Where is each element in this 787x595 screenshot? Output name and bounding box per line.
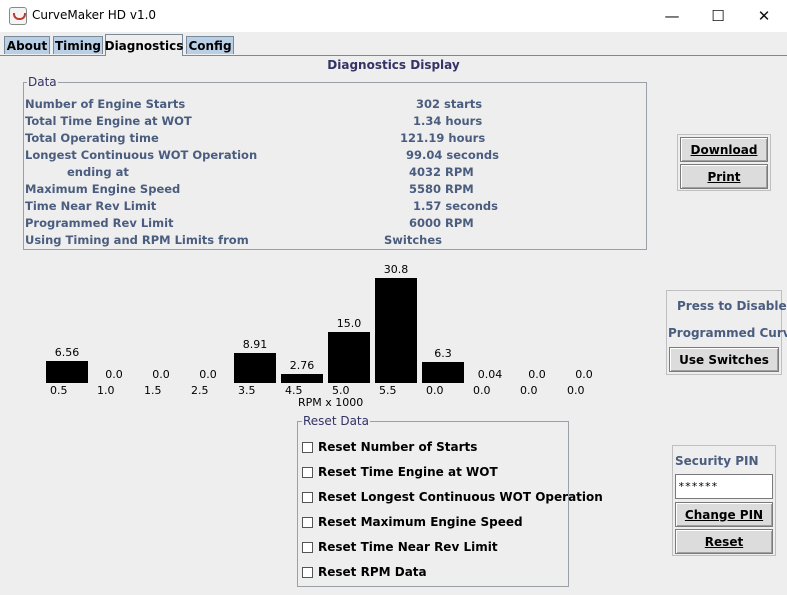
reset-option-row[interactable]: Reset RPM Data [302,565,427,579]
reset-option-row[interactable]: Reset Longest Continuous WOT Operation [302,490,603,504]
chart-x-tick-label: 1.0 [97,384,115,397]
reset-checkbox[interactable] [302,516,313,528]
data-row-value: 302 starts [416,97,483,111]
change-pin-button[interactable]: Change PIN [675,502,773,527]
change-pin-label: Change PIN [684,507,764,522]
reset-checkbox-label: Reset Time Engine at WOT [318,465,498,479]
security-pin-label: Security PIN [675,454,759,468]
chart-bar [422,362,464,383]
reset-checkbox[interactable] [302,441,313,453]
chart-bar [234,353,276,383]
data-row-label: Time Near Rev Limit [25,199,157,213]
reset-button[interactable]: Reset [675,529,773,554]
chart-x-tick-label: 0.0 [426,384,444,397]
print-button[interactable]: Print [680,164,768,189]
security-pin-input[interactable] [675,474,773,499]
disable-text-line1: Press to Disable [677,299,787,313]
download-button-label: Download [690,142,758,157]
chart-bar-value-label: 8.91 [242,338,268,351]
chart-bar-value-label: 0.0 [105,368,123,381]
chart-x-tick-label: 3.5 [238,384,256,397]
panel-title: Diagnostics Display [327,58,460,72]
chart-x-tick-label: 0.0 [567,384,585,397]
reset-checkbox[interactable] [302,491,313,503]
window-title: CurveMaker HD v1.0 [32,8,157,22]
data-row-value: 6000 RPM [409,216,474,230]
tab-about[interactable]: About [4,36,50,54]
data-row-label: ending at [67,165,129,179]
data-row-value: 1.57 seconds [413,199,499,213]
print-button-label: Print [707,169,741,184]
data-row-label: Using Timing and RPM Limits from [25,233,249,247]
data-row-label: Number of Engine Starts [25,97,186,111]
reset-data-legend: Reset Data [302,414,370,428]
chart-bar-value-label: 6.3 [434,347,452,360]
reset-checkbox-label: Reset RPM Data [318,565,427,579]
chart-bar [328,332,370,383]
chart-bar-value-label: 6.56 [54,346,80,359]
disable-text-line2: Programmed Curve [668,326,787,340]
reset-option-row[interactable]: Reset Number of Starts [302,440,477,454]
chart-bar-value-label: 0.0 [199,368,217,381]
chart-x-tick-label: 5.5 [379,384,397,397]
chart-bar-value-label: 0.04 [477,368,503,381]
chart-bar [375,278,417,383]
data-row-label: Total Time Engine at WOT [25,114,192,128]
app-icon [9,7,27,25]
chart-bar-value-label: 0.0 [152,368,170,381]
data-row-value: 99.04 seconds [406,148,500,162]
chart-x-tick-label: 0.0 [473,384,491,397]
data-row-label: Total Operating time [25,131,159,145]
reset-checkbox[interactable] [302,566,313,578]
chart-x-tick-label: 5.0 [332,384,350,397]
chart-x-tick-label: 4.5 [285,384,303,397]
data-row-value: 121.19 hours [400,131,486,145]
chart-bar-value-label: 0.0 [575,368,593,381]
title-bar: CurveMaker HD v1.0 — ☐ ✕ [0,0,787,32]
chart-x-tick-label: 0.0 [520,384,538,397]
data-row-label: Maximum Engine Speed [25,182,181,196]
reset-checkbox-label: Reset Number of Starts [318,440,478,454]
data-row-value: 5580 RPM [409,182,474,196]
chart-bar-value-label: 15.0 [336,317,362,330]
maximize-button[interactable]: ☐ [695,0,741,32]
tab-config[interactable]: Config [186,36,234,54]
chart-x-tick-label: 1.5 [144,384,162,397]
reset-checkbox[interactable] [302,466,313,478]
data-row-value: Switches [384,233,442,247]
data-row-value: 4032 RPM [409,165,474,179]
reset-checkbox-label: Reset Longest Continuous WOT Operation [318,490,603,504]
close-button[interactable]: ✕ [741,0,787,32]
chart-bar-value-label: 2.76 [289,359,315,372]
reset-checkbox-label: Reset Time Near Rev Limit [318,540,498,554]
use-switches-button[interactable]: Use Switches [669,347,779,372]
chart-x-tick-label: 0.5 [50,384,68,397]
chart-bar [281,374,323,383]
tab-timing[interactable]: Timing [53,36,103,54]
reset-option-row[interactable]: Reset Time Engine at WOT [302,465,498,479]
chart-x-axis-label: RPM x 1000 [298,396,364,409]
tab-diagnostics[interactable]: Diagnostics [105,34,183,56]
reset-option-row[interactable]: Reset Time Near Rev Limit [302,540,498,554]
chart-bar [46,361,88,383]
minimize-button[interactable]: — [649,0,695,32]
reset-checkbox[interactable] [302,541,313,553]
data-row-value: 1.34 hours [413,114,483,128]
reset-checkbox-label: Reset Maximum Engine Speed [318,515,523,529]
download-button[interactable]: Download [680,137,768,162]
data-row-label: Longest Continuous WOT Operation [25,148,258,162]
chart-bar-value-label: 0.0 [528,368,546,381]
data-group-legend: Data [27,75,58,89]
reset-button-label: Reset [704,534,744,549]
chart-bar-value-label: 30.8 [383,263,409,276]
chart-x-tick-label: 2.5 [191,384,209,397]
reset-option-row[interactable]: Reset Maximum Engine Speed [302,515,523,529]
data-row-label: Programmed Rev Limit [25,216,174,230]
